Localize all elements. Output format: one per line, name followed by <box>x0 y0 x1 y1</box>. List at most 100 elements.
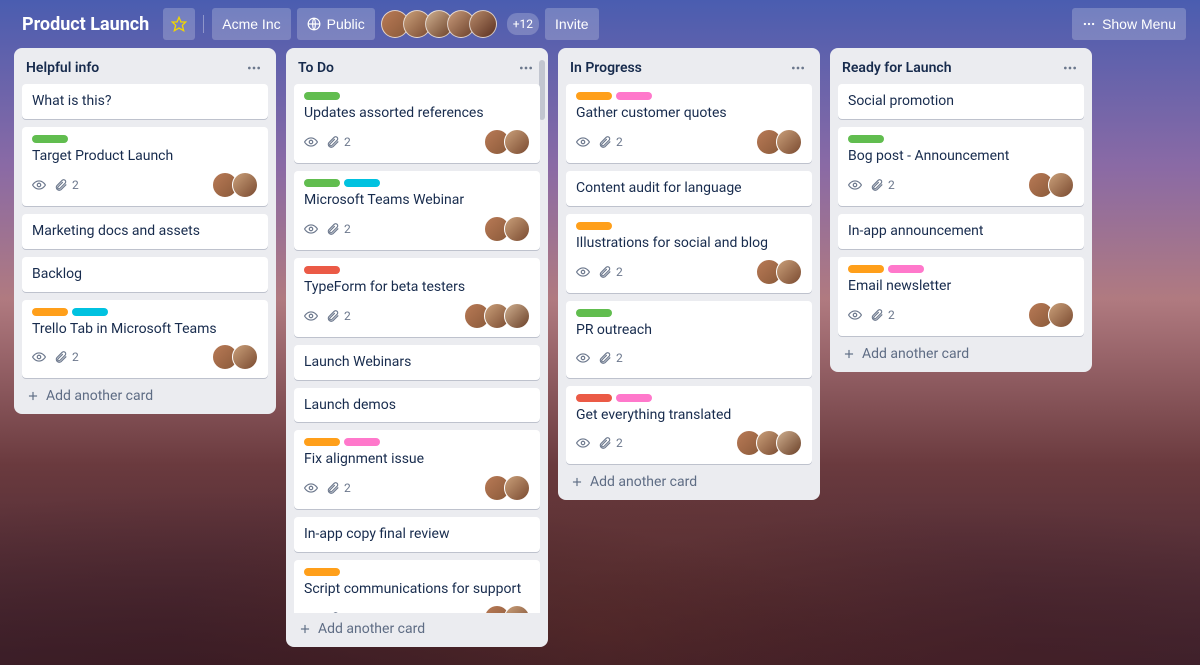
avatar[interactable] <box>776 259 802 285</box>
list-menu-button[interactable] <box>514 58 538 78</box>
paperclip-icon <box>870 178 884 192</box>
paperclip-icon <box>870 308 884 322</box>
card-members <box>212 344 258 370</box>
card-labels <box>576 394 802 402</box>
card[interactable]: Email newsletter2 <box>838 257 1084 336</box>
label-blue[interactable] <box>72 308 108 316</box>
list-title[interactable]: In Progress <box>570 60 786 76</box>
avatar[interactable] <box>1048 302 1074 328</box>
label-green[interactable] <box>32 135 68 143</box>
attachments-count: 2 <box>344 222 351 236</box>
card[interactable]: Script communications for support2 <box>294 560 540 613</box>
card[interactable]: Launch demos <box>294 388 540 423</box>
add-card-button[interactable]: Add another card <box>558 466 820 500</box>
card[interactable]: Launch Webinars <box>294 345 540 380</box>
add-card-label: Add another card <box>46 388 153 404</box>
card[interactable]: Updates assorted references2 <box>294 84 540 163</box>
card[interactable]: TypeForm for beta testers2 <box>294 258 540 337</box>
label-pink[interactable] <box>888 265 924 273</box>
avatar[interactable] <box>776 129 802 155</box>
list-in-progress[interactable]: In Progress Gather customer quotes2 Conten… <box>558 48 820 500</box>
avatar[interactable] <box>232 172 258 198</box>
list-cards: Social promotion Bog post - Announcement2… <box>830 84 1092 338</box>
add-card-button[interactable]: Add another card <box>14 380 276 414</box>
card[interactable]: In-app copy final review <box>294 517 540 552</box>
board-members[interactable] <box>381 10 497 38</box>
card[interactable]: Fix alignment issue2 <box>294 430 540 509</box>
label-blue[interactable] <box>344 179 380 187</box>
avatar[interactable] <box>469 10 497 38</box>
add-card-button[interactable]: Add another card <box>286 613 548 647</box>
ellipsis-icon <box>246 60 262 76</box>
avatar[interactable] <box>504 216 530 242</box>
list-title[interactable]: Helpful info <box>26 60 242 76</box>
board-name[interactable]: Product Launch <box>14 10 157 39</box>
card[interactable]: Gather customer quotes2 <box>566 84 812 163</box>
label-red[interactable] <box>576 394 612 402</box>
list-helpful-info[interactable]: Helpful info What is this? Target Product … <box>14 48 276 414</box>
card-members <box>1028 172 1074 198</box>
board-canvas[interactable]: Helpful info What is this? Target Product … <box>0 44 1200 661</box>
label-orange[interactable] <box>576 92 612 100</box>
card[interactable]: Backlog <box>22 257 268 292</box>
label-green[interactable] <box>304 92 340 100</box>
list-title[interactable]: To Do <box>298 60 514 76</box>
list-menu-button[interactable] <box>786 58 810 78</box>
card-badges-row: 2 <box>32 172 258 198</box>
avatar[interactable] <box>1048 172 1074 198</box>
card-labels <box>304 179 530 187</box>
plus-icon <box>842 347 856 361</box>
add-card-label: Add another card <box>590 474 697 490</box>
label-orange[interactable] <box>32 308 68 316</box>
card[interactable]: Target Product Launch2 <box>22 127 268 206</box>
card[interactable]: Marketing docs and assets <box>22 214 268 249</box>
label-pink[interactable] <box>616 92 652 100</box>
list-title[interactable]: Ready for Launch <box>842 60 1058 76</box>
card[interactable]: PR outreach2 <box>566 301 812 378</box>
card-title: Email newsletter <box>848 277 1074 296</box>
card[interactable]: Social promotion <box>838 84 1084 119</box>
card[interactable]: In-app announcement <box>838 214 1084 249</box>
card[interactable]: What is this? <box>22 84 268 119</box>
team-button[interactable]: Acme Inc <box>212 8 290 40</box>
label-pink[interactable] <box>344 438 380 446</box>
paperclip-icon <box>54 178 68 192</box>
label-pink[interactable] <box>616 394 652 402</box>
avatar[interactable] <box>504 129 530 155</box>
label-orange[interactable] <box>576 222 612 230</box>
label-orange[interactable] <box>304 568 340 576</box>
avatar[interactable] <box>504 605 530 613</box>
watch-badge <box>576 436 590 450</box>
attachments-badge: 2 <box>598 351 623 365</box>
list-to-do[interactable]: To Do Updates assorted references2 Microso… <box>286 48 548 647</box>
card[interactable]: Bog post - Announcement2 <box>838 127 1084 206</box>
show-menu-button[interactable]: Show Menu <box>1072 8 1186 40</box>
card[interactable]: Get everything translated2 <box>566 386 812 465</box>
list-menu-button[interactable] <box>242 58 266 78</box>
list-ready-for-launch[interactable]: Ready for Launch Social promotion Bog post… <box>830 48 1092 372</box>
card[interactable]: Microsoft Teams Webinar2 <box>294 171 540 250</box>
list-cards: Updates assorted references2 Microsoft Te… <box>286 84 548 613</box>
paperclip-icon <box>326 611 340 613</box>
attachments-count: 2 <box>616 135 623 149</box>
card[interactable]: Trello Tab in Microsoft Teams2 <box>22 300 268 379</box>
label-orange[interactable] <box>304 438 340 446</box>
avatar[interactable] <box>776 430 802 456</box>
avatar[interactable] <box>232 344 258 370</box>
invite-button[interactable]: Invite <box>545 8 598 40</box>
card[interactable]: Content audit for language <box>566 171 812 206</box>
star-button[interactable] <box>163 8 195 40</box>
label-green[interactable] <box>304 179 340 187</box>
card-members <box>756 129 802 155</box>
add-card-button[interactable]: Add another card <box>830 338 1092 372</box>
visibility-button[interactable]: Public <box>297 8 375 40</box>
list-menu-button[interactable] <box>1058 58 1082 78</box>
label-red[interactable] <box>304 266 340 274</box>
label-orange[interactable] <box>848 265 884 273</box>
avatar[interactable] <box>504 303 530 329</box>
label-green[interactable] <box>576 309 612 317</box>
avatar[interactable] <box>504 475 530 501</box>
label-green[interactable] <box>848 135 884 143</box>
card[interactable]: Illustrations for social and blog2 <box>566 214 812 293</box>
extra-members-count[interactable]: +12 <box>507 13 539 35</box>
